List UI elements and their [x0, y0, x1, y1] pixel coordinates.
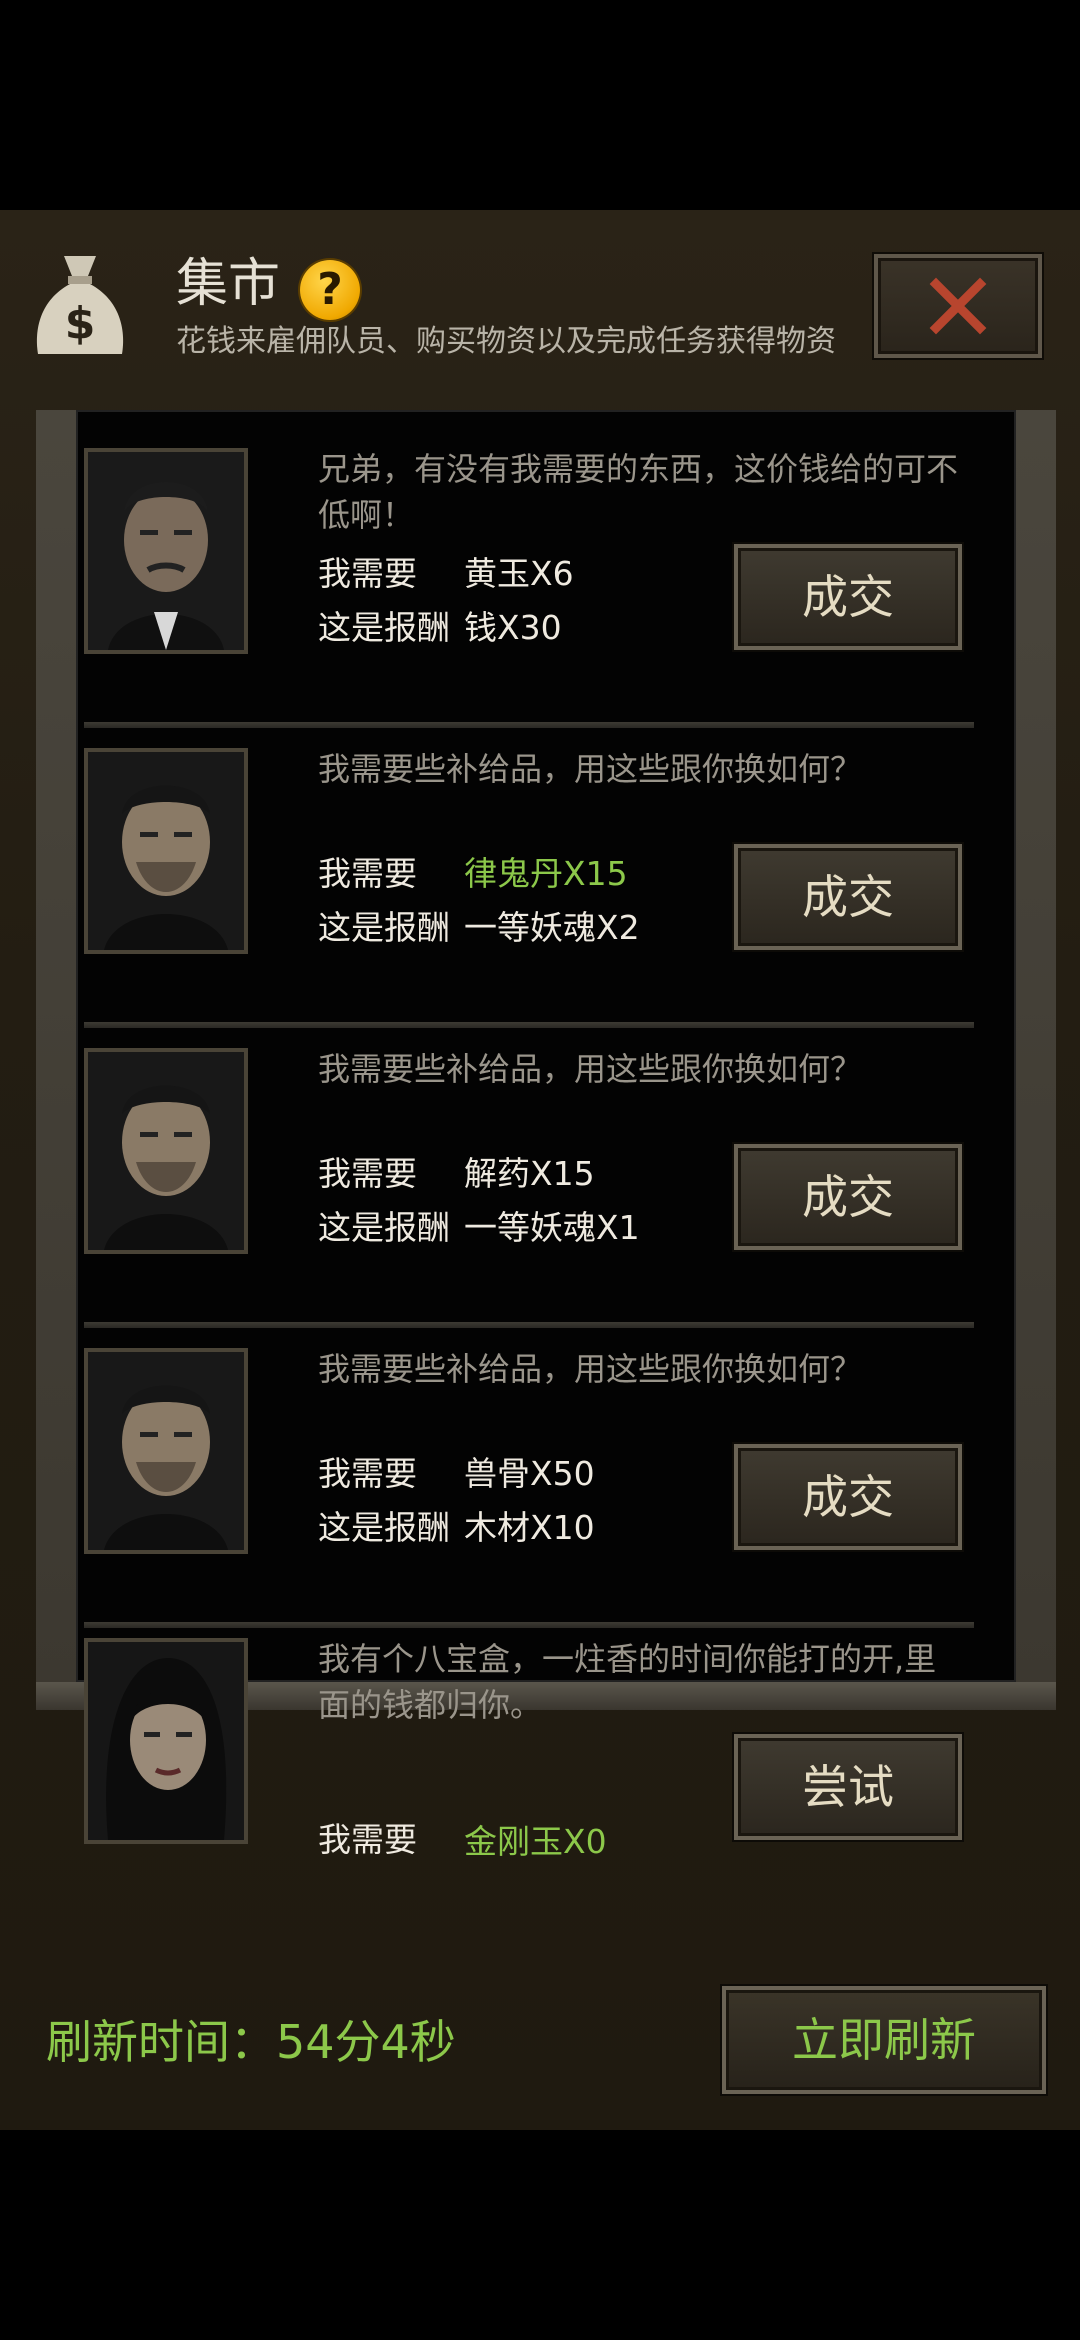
reward-value: 一等妖魂X2 [464, 908, 640, 947]
close-button[interactable] [874, 254, 1042, 358]
close-icon [929, 277, 987, 335]
portrait-man-mustache [84, 448, 248, 654]
offer-row: 我需要些补给品，用这些跟你换如何？ 我需要 解药X15 这是报酬 一等妖魂X1 … [84, 1030, 974, 1328]
deal-button[interactable]: 成交 [734, 544, 962, 650]
offer-message: 我需要些补给品，用这些跟你换如何？ [318, 1050, 863, 1088]
row-divider [84, 1322, 974, 1328]
offer-row: 兄弟，有没有我需要的东西，这价钱给的可不低啊！ 我需要 黄玉X6 这是报酬 钱X… [84, 430, 974, 728]
reward-value: 钱X30 [464, 608, 562, 647]
reward-label: 这是报酬 [318, 1208, 450, 1247]
need-label: 我需要 [318, 554, 417, 593]
row-divider [84, 1622, 974, 1628]
reward-value: 木材X10 [464, 1508, 595, 1547]
need-value: 金刚玉X0 [464, 1822, 607, 1861]
try-button[interactable]: 尝试 [734, 1734, 962, 1840]
money-bag-glyph: $ [65, 298, 96, 349]
question-mark-icon[interactable]: ? [300, 260, 360, 320]
reward-label: 这是报酬 [318, 908, 450, 947]
offer-message: 我需要些补给品，用这些跟你换如何？ [318, 1350, 863, 1388]
row-divider [84, 1022, 974, 1028]
need-label: 我需要 [318, 854, 417, 893]
refresh-now-button[interactable]: 立即刷新 [722, 1986, 1046, 2094]
offer-row: 我需要些补给品，用这些跟你换如何？ 我需要 兽骨X50 这是报酬 木材X10 成… [84, 1330, 974, 1628]
offer-message: 我有个八宝盒，一炷香的时间你能打的开,里面的钱都归你。 [318, 1640, 937, 1724]
need-label: 我需要 [318, 1820, 417, 1859]
offer-message: 我需要些补给品，用这些跟你换如何？ [318, 750, 863, 788]
portrait-man-stubble [84, 1048, 248, 1254]
deal-button[interactable]: 成交 [734, 1144, 962, 1250]
portrait-man-stubble [84, 748, 248, 954]
need-value: 解药X15 [464, 1154, 595, 1193]
offer-row: 我有个八宝盒，一炷香的时间你能打的开,里面的钱都归你。 我需要 金刚玉X0 尝试 [84, 1630, 974, 1898]
row-divider [84, 722, 974, 728]
page-title: 集市 [176, 254, 281, 314]
need-value: 黄玉X6 [464, 554, 574, 593]
need-label: 我需要 [318, 1454, 417, 1493]
offer-row: 我需要些补给品，用这些跟你换如何？ 我需要 律鬼丹X15 这是报酬 一等妖魂X2… [84, 730, 974, 1028]
reward-label: 这是报酬 [318, 608, 450, 647]
need-label: 我需要 [318, 1154, 417, 1193]
offer-message: 兄弟，有没有我需要的东西，这价钱给的可不低啊！ [318, 450, 959, 534]
reward-label: 这是报酬 [318, 1508, 450, 1547]
deal-button[interactable]: 成交 [734, 844, 962, 950]
portrait-woman [84, 1638, 248, 1844]
deal-button[interactable]: 成交 [734, 1444, 962, 1550]
need-value: 兽骨X50 [464, 1454, 595, 1493]
money-bag-icon: $ [30, 250, 130, 370]
page-subtitle: 花钱来雇佣队员、购买物资以及完成任务获得物资 [176, 324, 836, 359]
refresh-timer: 刷新时间：54分4秒 [46, 2015, 456, 2069]
reward-value: 一等妖魂X1 [464, 1208, 640, 1247]
market-panel: $ 集市 ? 花钱来雇佣队员、购买物资以及完成任务获得物资 兄弟，有没有我需要的… [0, 210, 1080, 2130]
need-value: 律鬼丹X15 [464, 854, 628, 893]
portrait-man-stubble [84, 1348, 248, 1554]
